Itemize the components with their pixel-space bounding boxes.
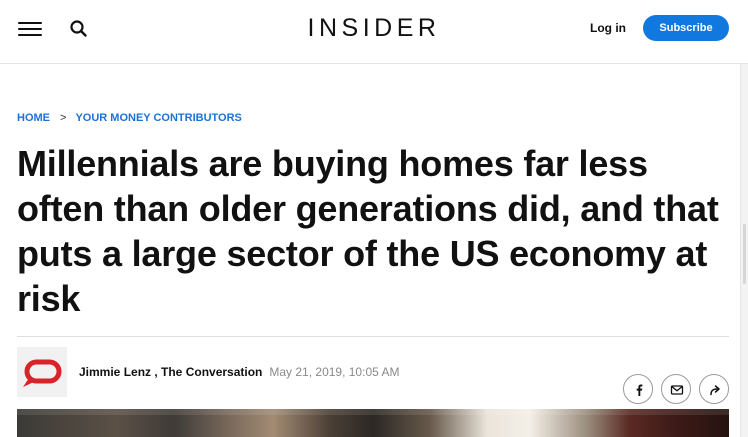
- email-share-button[interactable]: [661, 374, 691, 404]
- the-conversation-logo-icon[interactable]: [17, 347, 67, 397]
- login-link[interactable]: Log in: [590, 21, 626, 35]
- breadcrumb-home[interactable]: HOME: [17, 112, 50, 124]
- article-headline: Millennials are buying homes far less of…: [17, 143, 719, 319]
- site-logo[interactable]: INSIDER: [286, 14, 462, 43]
- facebook-share-button[interactable]: [623, 374, 653, 404]
- search-icon[interactable]: [68, 18, 90, 40]
- email-icon: [670, 385, 684, 395]
- divider: [17, 336, 729, 337]
- forward-share-button[interactable]: [699, 374, 729, 404]
- breadcrumb: HOME > YOUR MONEY CONTRIBUTORS: [17, 112, 242, 124]
- breadcrumb-separator: >: [60, 112, 67, 124]
- subscribe-button[interactable]: Subscribe: [643, 15, 729, 41]
- byline: Jimmie Lenz , The Conversation May 21, 20…: [79, 365, 399, 379]
- facebook-icon: [636, 384, 643, 396]
- site-header: INSIDER Log in Subscribe: [0, 0, 748, 64]
- scrollbar[interactable]: [740, 64, 748, 437]
- forward-share-icon: [710, 385, 720, 396]
- publish-timestamp: May 21, 2019, 10:05 AM: [269, 365, 400, 379]
- scrollbar-thumb[interactable]: [743, 224, 746, 284]
- breadcrumb-section[interactable]: YOUR MONEY CONTRIBUTORS: [75, 112, 241, 124]
- article-hero-image: [17, 409, 729, 437]
- author-name[interactable]: Jimmie Lenz , The Conversation: [79, 365, 262, 379]
- hamburger-menu-icon[interactable]: [18, 20, 42, 38]
